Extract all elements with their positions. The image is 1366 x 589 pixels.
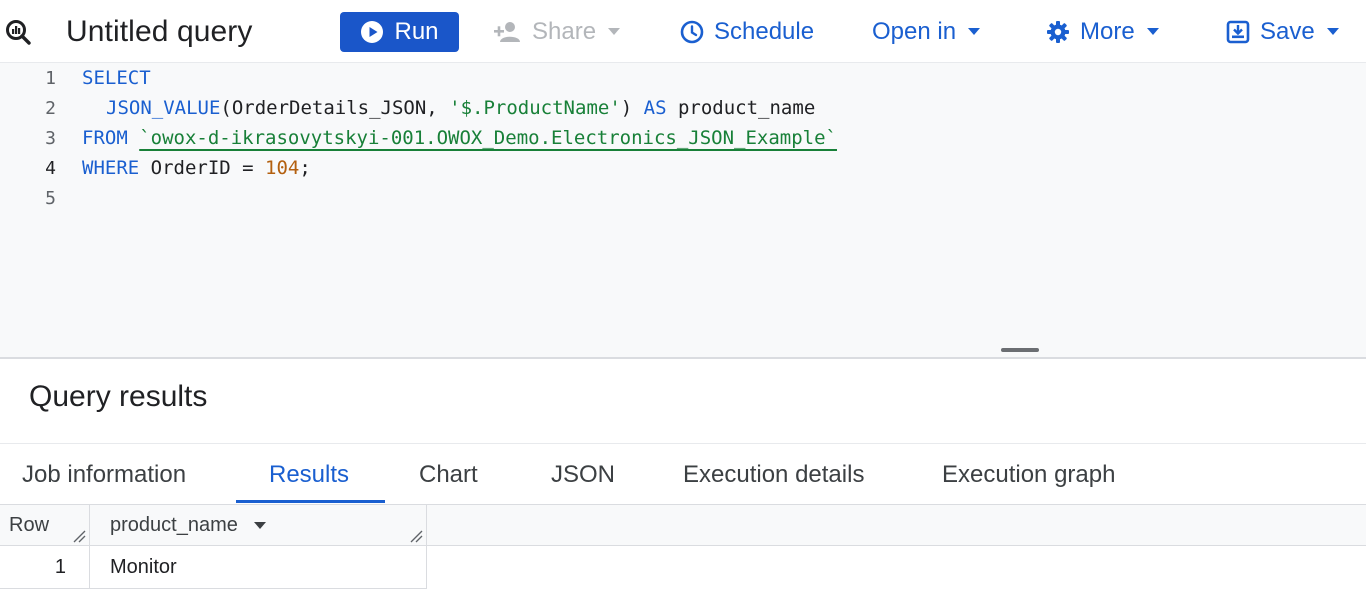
code-line: JSON_VALUE (OrderDetails_JSON, '$.Product… xyxy=(106,93,815,123)
schedule-button[interactable]: Schedule xyxy=(680,0,814,63)
sql-number: 104 xyxy=(265,157,300,179)
tab-execution-graph[interactable]: Execution graph xyxy=(942,444,1115,505)
line-number: 2 xyxy=(45,97,56,119)
sql-string: '$.ProductName' xyxy=(449,97,621,119)
sql-text: ) xyxy=(620,97,644,119)
more-button[interactable]: More xyxy=(1046,0,1159,63)
save-label: Save xyxy=(1260,17,1315,45)
schedule-label: Schedule xyxy=(714,17,815,45)
panel-splitter xyxy=(0,325,1366,359)
sql-keyword: WHERE xyxy=(82,157,140,179)
chevron-down-icon xyxy=(968,28,981,35)
clock-icon xyxy=(680,20,704,44)
column-resize-icon[interactable] xyxy=(72,529,86,543)
sql-function: JSON_VALUE xyxy=(106,97,221,119)
run-button[interactable]: Run xyxy=(340,12,459,52)
share-label: Share xyxy=(532,17,597,45)
tab-chart[interactable]: Chart xyxy=(419,444,478,505)
query-title[interactable]: Untitled query xyxy=(66,0,253,63)
column-resize-icon[interactable] xyxy=(409,529,423,543)
code-area[interactable]: SELECT JSON_VALUE (OrderDetails_JSON, '$.… xyxy=(82,63,1366,325)
person-add-icon xyxy=(494,21,522,43)
tab-json[interactable]: JSON xyxy=(551,444,615,505)
line-number-gutter: 1 2 3 4 5 xyxy=(0,63,82,325)
line-number: 4 xyxy=(45,157,56,179)
more-label: More xyxy=(1080,17,1135,45)
sql-keyword: SELECT xyxy=(82,67,151,89)
tab-job-information[interactable]: Job information xyxy=(22,444,186,505)
tab-execution-details[interactable]: Execution details xyxy=(683,444,864,505)
line-number: 1 xyxy=(45,67,56,89)
product-name-cell[interactable]: Monitor xyxy=(110,546,177,588)
table-header: Row product_name xyxy=(0,505,1366,546)
query-icon xyxy=(4,0,32,63)
sql-keyword: FROM xyxy=(82,127,140,149)
sql-text: (OrderDetails_JSON, xyxy=(220,97,450,119)
save-button[interactable]: Save xyxy=(1226,0,1339,63)
gear-icon xyxy=(1046,20,1070,44)
column-header-product-name[interactable]: product_name xyxy=(110,505,266,546)
code-line: SELECT xyxy=(82,63,151,93)
column-header-row: Row xyxy=(9,514,50,536)
line-number: 5 xyxy=(45,187,56,209)
chevron-down-icon xyxy=(1326,28,1339,35)
chevron-down-icon xyxy=(1146,28,1159,35)
results-title: Query results xyxy=(29,380,208,413)
line-number: 3 xyxy=(45,127,56,149)
chevron-down-icon xyxy=(608,28,621,35)
chevron-down-icon[interactable] xyxy=(253,522,266,529)
run-label: Run xyxy=(394,18,439,45)
column-header-label: product_name xyxy=(110,514,238,536)
drag-handle-icon[interactable] xyxy=(1001,348,1039,352)
row-number-cell: 1 xyxy=(54,555,66,578)
code-line: FROM `owox-d-ikrasovytskyi-001.OWOX_Demo… xyxy=(82,123,837,153)
table-reference-link[interactable]: `owox-d-ikrasovytskyi-001.OWOX_Demo.Elec… xyxy=(139,127,837,149)
save-icon xyxy=(1226,20,1250,44)
tab-results[interactable]: Results xyxy=(269,444,349,505)
sql-text: OrderID = xyxy=(139,157,266,179)
sql-keyword: AS xyxy=(643,97,667,119)
sql-text: ; xyxy=(299,157,311,179)
code-line: WHERE OrderID = 104; xyxy=(82,153,311,183)
results-tabs: Job information Results Chart JSON Execu… xyxy=(0,443,1366,505)
sql-text: product_name xyxy=(666,97,816,119)
play-circle-icon xyxy=(360,20,384,44)
active-tab-indicator xyxy=(236,500,385,503)
query-toolbar: Untitled query Run Share Schedule Open i… xyxy=(0,0,1366,63)
open-in-button[interactable]: Open in xyxy=(872,0,981,63)
sql-editor[interactable]: 1 2 3 4 5 SELECT JSON_VALUE (OrderDetails… xyxy=(0,63,1366,325)
open-in-label: Open in xyxy=(872,17,957,45)
share-button[interactable]: Share xyxy=(494,0,621,63)
